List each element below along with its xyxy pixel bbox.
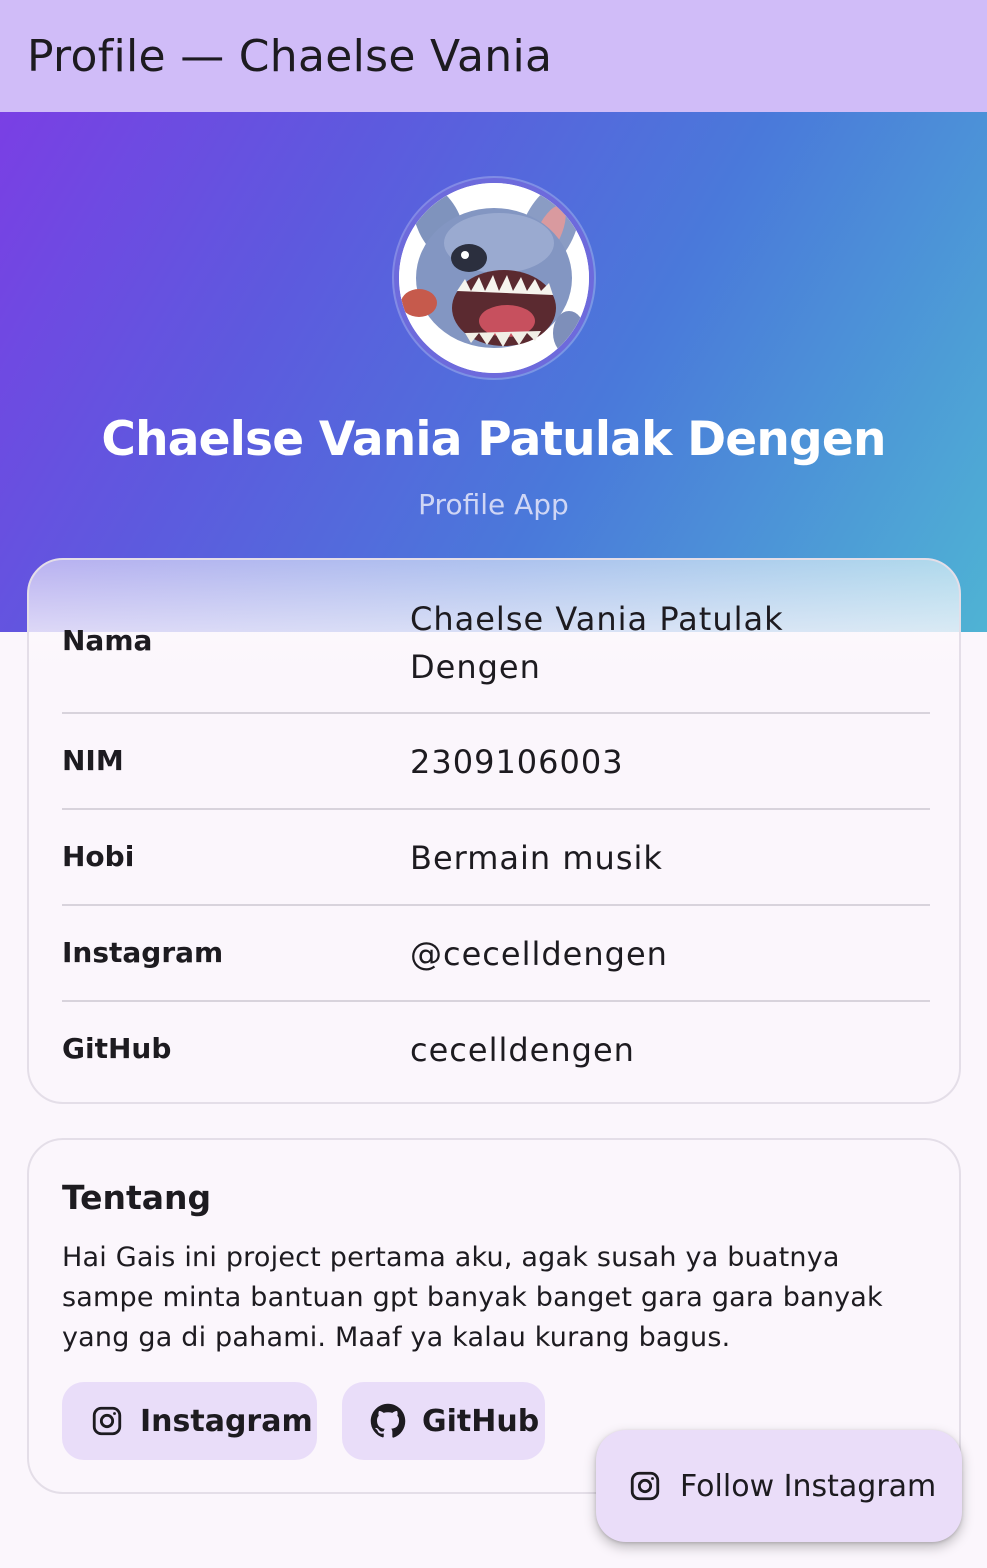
info-row-nama: Nama Chaelse Vania Patulak Dengen: [62, 560, 930, 714]
follow-instagram-label: Follow Instagram: [680, 1468, 937, 1504]
info-value: cecelldengen: [410, 1031, 635, 1069]
info-row-hobi: Hobi Bermain musik: [62, 810, 930, 906]
about-title: Tentang: [62, 1178, 212, 1217]
info-label: Instagram: [62, 936, 224, 969]
stitch-avatar-icon: [399, 183, 589, 373]
page-title: Profile — Chaelse Vania: [27, 30, 553, 82]
info-label: GitHub: [62, 1032, 172, 1065]
info-value: Chaelse Vania Patulak Dengen: [410, 600, 784, 686]
info-label: Nama: [62, 624, 153, 657]
github-button-label: GitHub: [422, 1403, 540, 1439]
info-value: Bermain musik: [410, 839, 663, 877]
instagram-icon: [628, 1469, 662, 1503]
info-label: NIM: [62, 744, 124, 777]
info-value: 2309106003: [410, 743, 624, 781]
info-row-github: GitHub cecelldengen: [62, 1002, 930, 1098]
profile-name: Chaelse Vania Patulak Dengen: [101, 412, 886, 467]
info-label: Hobi: [62, 840, 135, 873]
avatar: [394, 178, 594, 378]
follow-instagram-button[interactable]: Follow Instagram: [596, 1430, 962, 1542]
info-card: Nama Chaelse Vania Patulak Dengen NIM 23…: [27, 558, 961, 1104]
about-text: Hai Gais ini project pertama aku, agak s…: [62, 1242, 883, 1353]
info-row-instagram: Instagram @cecelldengen: [62, 906, 930, 1002]
instagram-button[interactable]: Instagram: [62, 1382, 317, 1460]
instagram-button-label: Instagram: [140, 1403, 313, 1439]
info-value: @cecelldengen: [410, 935, 668, 973]
app-bar: Profile — Chaelse Vania: [0, 0, 987, 112]
github-icon: [370, 1403, 406, 1439]
info-row-nim: NIM 2309106003: [62, 714, 930, 810]
github-button[interactable]: GitHub: [342, 1382, 545, 1460]
instagram-icon: [90, 1404, 124, 1438]
profile-subtitle: Profile App: [418, 488, 569, 521]
